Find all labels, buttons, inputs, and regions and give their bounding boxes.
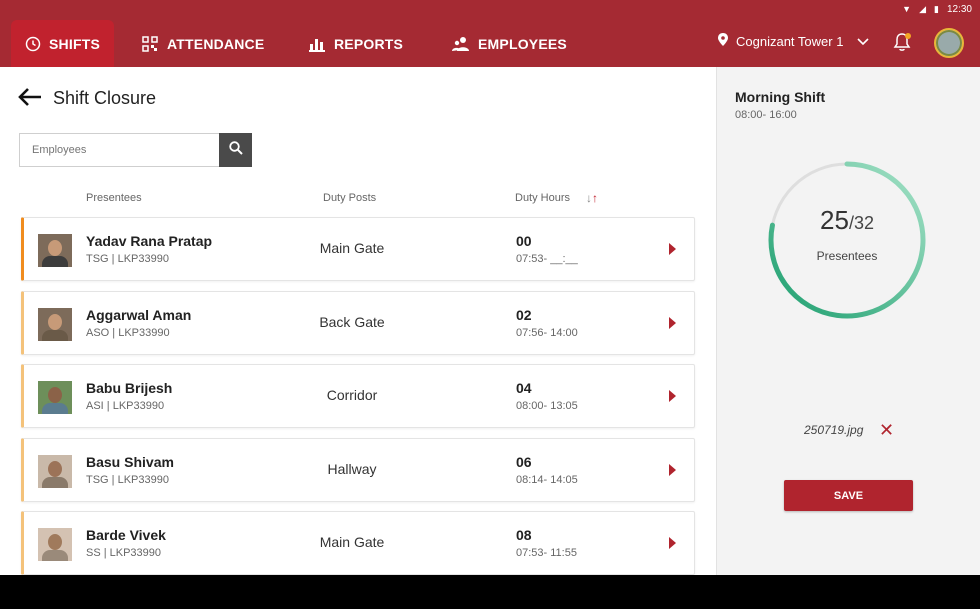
- tab-label: EMPLOYEES: [478, 35, 567, 52]
- duty-time: 08:14- 14:05: [516, 474, 578, 486]
- employee-name: Yadav Rana Pratap: [86, 233, 213, 249]
- sort-icon[interactable]: ↓↑: [586, 191, 598, 205]
- location-selector[interactable]: Cognizant Tower 1: [718, 33, 870, 49]
- duty-hours: 00: [516, 233, 532, 249]
- tab-reports[interactable]: REPORTS: [308, 20, 403, 67]
- presentees-gauge: [768, 161, 926, 319]
- remove-attachment-icon[interactable]: ✕: [879, 421, 894, 439]
- list-item[interactable]: Babu Brijesh ASI | LKP33990 Corridor 04 …: [21, 364, 695, 428]
- employee-name: Aggarwal Aman: [86, 307, 192, 323]
- list-item[interactable]: Yadav Rana Pratap TSG | LKP33990 Main Ga…: [21, 217, 695, 281]
- status-bar: ▼ ◢ ▮ 12:30: [902, 2, 972, 16]
- chevron-down-icon: [857, 34, 870, 49]
- list-item[interactable]: Basu Shivam TSG | LKP33990 Hallway 06 08…: [21, 438, 695, 502]
- user-avatar[interactable]: [934, 28, 964, 58]
- employee-photo: [38, 381, 72, 414]
- employee-meta: TSG | LKP33990: [86, 253, 169, 265]
- tab-shifts[interactable]: SHIFTS: [11, 20, 114, 67]
- save-button[interactable]: SAVE: [784, 480, 913, 511]
- total-count: /32: [848, 213, 874, 233]
- column-header-duty-posts: Duty Posts: [323, 192, 377, 204]
- shift-name: Morning Shift: [735, 89, 826, 105]
- search-button[interactable]: [219, 133, 252, 167]
- column-header-presentees: Presentees: [86, 192, 142, 204]
- signal-icon: ◢: [919, 3, 927, 14]
- employee-name: Babu Brijesh: [86, 380, 173, 396]
- duty-time: 07:56- 14:00: [516, 327, 578, 339]
- column-header-duty-hours: Duty Hours: [515, 192, 571, 204]
- employee-name: Barde Vivek: [86, 527, 166, 543]
- employee-photo: [38, 234, 72, 267]
- tab-attendance[interactable]: ATTENDANCE: [141, 20, 264, 67]
- tab-label: ATTENDANCE: [167, 35, 265, 52]
- people-icon: [452, 35, 470, 53]
- chevron-right-icon[interactable]: [669, 390, 676, 402]
- bar-chart-icon: [308, 35, 326, 53]
- duty-time: 07:53- __:__: [516, 253, 578, 265]
- chevron-right-icon[interactable]: [669, 537, 676, 549]
- duty-post: Hallway: [327, 461, 377, 477]
- duty-post: Main Gate: [319, 240, 385, 256]
- gauge-label: Presentees: [816, 249, 878, 263]
- device-bottom-bar: [0, 575, 980, 609]
- presentees-count: 25/32: [767, 205, 927, 236]
- employee-photo: [38, 528, 72, 561]
- employee-photo: [38, 308, 72, 341]
- back-arrow-icon[interactable]: [18, 87, 42, 107]
- employee-meta: SS | LKP33990: [86, 547, 162, 559]
- wifi-icon: ▼: [902, 3, 912, 14]
- tab-label: SHIFTS: [49, 35, 100, 52]
- employee-name: Basu Shivam: [86, 454, 174, 470]
- chevron-right-icon[interactable]: [669, 464, 676, 476]
- duty-hours: 08: [516, 527, 532, 543]
- shift-time: 08:00- 16:00: [735, 109, 797, 121]
- chevron-right-icon[interactable]: [669, 243, 676, 255]
- notification-dot: [905, 33, 911, 39]
- status-time: 12:30: [946, 3, 972, 15]
- employee-meta: ASI | LKP33990: [86, 400, 165, 412]
- chevron-right-icon[interactable]: [669, 317, 676, 329]
- search-icon: [228, 140, 243, 160]
- qr-code-icon: [141, 35, 159, 53]
- duty-time: 07:53- 11:55: [516, 547, 577, 559]
- employee-meta: ASO | LKP33990: [86, 327, 170, 339]
- employee-photo: [38, 455, 72, 488]
- employee-meta: TSG | LKP33990: [86, 474, 169, 486]
- tab-label: REPORTS: [334, 35, 404, 52]
- list-item[interactable]: Barde Vivek SS | LKP33990 Main Gate 08 0…: [21, 511, 695, 575]
- tab-employees[interactable]: EMPLOYEES: [452, 20, 567, 67]
- duty-post: Main Gate: [319, 534, 385, 550]
- location-name: Cognizant Tower 1: [736, 33, 844, 49]
- location-pin-icon: [718, 33, 728, 49]
- page-title: Shift Closure: [53, 88, 157, 108]
- attachment-file-name: 250719.jpg: [804, 423, 864, 437]
- duty-hours: 04: [516, 380, 532, 396]
- search-bar: [19, 133, 252, 167]
- duty-post: Back Gate: [319, 314, 385, 330]
- duty-hours: 02: [516, 307, 532, 323]
- list-item[interactable]: Aggarwal Aman ASO | LKP33990 Back Gate 0…: [21, 291, 695, 355]
- battery-icon: ▮: [934, 3, 939, 14]
- present-count: 25: [820, 205, 849, 235]
- duty-time: 08:00- 13:05: [516, 400, 578, 412]
- duty-post: Corridor: [326, 387, 378, 403]
- duty-hours: 06: [516, 454, 532, 470]
- search-input[interactable]: [19, 133, 219, 167]
- clock-icon: [25, 35, 41, 53]
